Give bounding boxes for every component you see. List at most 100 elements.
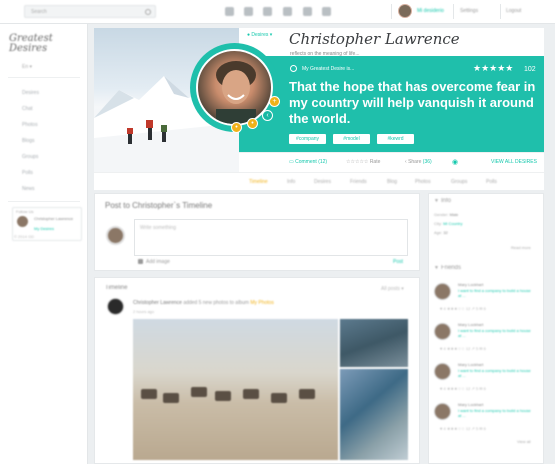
rating-count: 102 [524,66,536,73]
friends-section-title[interactable]: ▼ Friends [434,265,461,271]
tab-blog[interactable]: Blog [387,179,397,185]
comment-label: Comment [295,159,317,165]
search-input[interactable]: Search [24,5,156,18]
friend-stats: ♥ 4 ★★★☆☆ 12 ↗ 5 ✉ 6 [440,386,486,391]
sidebar-item-desires[interactable]: Desires [22,90,39,96]
desire-icon [290,65,297,72]
view-all-friends-link[interactable]: View all [517,439,531,444]
list-item[interactable]: Mary Lockhart I want to find a company t… [434,321,540,359]
timeline-filter[interactable]: All posts ▾ [381,286,404,292]
tab-timeline[interactable]: Timeline [249,179,268,185]
divider [8,201,80,202]
plus-icon[interactable]: + [269,96,280,107]
share-icon[interactable]: ‹ [262,110,273,121]
home-icon[interactable] [322,7,331,16]
timeline-photo[interactable] [133,319,338,460]
list-item[interactable]: Mary Lockhart I want to find a company t… [434,281,540,319]
view-all-desires-link[interactable]: VIEW ALL DESIRES [491,159,537,165]
friend-stats: ♥ 4 ★★★☆☆ 12 ↗ 5 ✉ 6 [440,346,486,351]
follow-name: Christopher Lawrence [34,216,74,221]
tab-friends[interactable]: Friends [350,179,367,185]
list-item[interactable]: Mary Lockhart I want to find a company t… [434,401,540,439]
sidebar-footer: © 2014 GD [14,234,35,239]
comment-button[interactable]: ▭ Comment (12) [289,159,327,165]
hashtag[interactable]: #company [289,134,326,144]
post-box-title: Post to Christopher`s Timeline [105,201,213,210]
left-sidebar: Greatest Desires En ▾ Desires Chat Photo… [0,24,88,464]
camera-icon[interactable]: • [247,118,258,129]
tab-polls[interactable]: Polls [486,179,497,185]
share-button[interactable]: ‹ Share (36) [405,159,432,165]
grid-icon[interactable] [303,7,312,16]
sidebar-item-blogs[interactable]: Blogs [22,138,35,144]
info-section-title[interactable]: ▼ Info [434,198,451,204]
post-textarea[interactable]: Write something [134,219,408,256]
entry-author[interactable]: Christopher Lawrence [133,300,182,306]
tab-desires[interactable]: Desires [314,179,331,185]
sidebar-item-groups[interactable]: Groups [22,154,38,160]
friend-desc: I want to find a company to build a hous… [458,288,531,298]
timeline-photo[interactable] [340,369,408,460]
avatar [434,363,451,380]
friend-stats: ♥ 4 ★★★☆☆ 12 ↗ 5 ✉ 6 [440,306,486,311]
share-count: (36) [422,159,432,165]
settings-link[interactable]: Settings [460,8,478,14]
search-icon[interactable] [145,9,151,15]
entry-time: 2 hours ago [133,309,155,314]
list-item[interactable]: Mary Lockhart I want to find a company t… [434,361,540,399]
info-row: Gender: Male [434,212,459,217]
timeline-photo[interactable] [340,319,408,367]
bell-icon[interactable] [263,7,272,16]
edit-icon[interactable]: • [231,122,242,133]
add-image-link[interactable]: Add image [146,259,170,265]
post-toolbar: Add image Post [134,256,408,267]
search-icon[interactable] [244,7,253,16]
friend-desc: I want to find a company to build a hous… [458,408,531,418]
desire-label: My Greatest Desire is... [302,66,355,72]
friend-name: Mary Lockhart [458,322,484,327]
desires-tag[interactable]: ● Desires ▾ [247,32,272,38]
avatar [106,226,125,245]
tab-info[interactable]: Info [287,179,295,185]
sidebar-item-chat[interactable]: Chat [22,106,33,112]
post-button[interactable]: Post [393,259,403,265]
gear-icon[interactable] [283,7,292,16]
hashtag[interactable]: #kewrd [377,134,414,144]
post-placeholder: Write something [140,225,177,231]
desire-quote: That the hope that has overcome fear in … [289,79,536,126]
site-logo[interactable]: Greatest Desires [9,34,87,54]
image-icon[interactable] [138,259,143,264]
friend-name: Mary Lockhart [458,362,484,367]
friend-name: Mary Lockhart [458,282,484,287]
top-bar: Search Mi desiderio Settings Logout [0,0,555,24]
hashtag[interactable]: #model [333,134,370,144]
avatar [434,403,451,420]
rate-button[interactable]: ☆☆☆☆☆ Rate [346,159,380,165]
language-select[interactable]: En ▾ [22,64,32,70]
avatar[interactable] [107,298,124,315]
entry-action: added 5 new photos to album [183,300,249,306]
share-label: Share [408,159,422,165]
read-more-link[interactable]: Read more [511,245,531,250]
chat-icon[interactable] [225,7,234,16]
info-row: Age: 32 [434,230,448,235]
eye-icon[interactable]: ◉ [452,158,458,166]
username-link[interactable]: Mi desiderio [417,8,444,14]
sidebar-item-photos[interactable]: Photos [22,122,38,128]
divider [8,77,80,78]
entry-album[interactable]: My Photos [250,300,274,306]
info-row: City: Mi Country [434,221,463,226]
friend-desc: I want to find a company to build a hous… [458,368,531,378]
rate-label: Rate [369,159,381,165]
friend-name: Mary Lockhart [458,402,484,407]
timeline-entry: Christopher Lawrence added 5 new photos … [133,300,274,306]
logout-link[interactable]: Logout [506,8,521,14]
friend-desc: I want to find a company to build a hous… [458,328,531,338]
sidebar-item-news[interactable]: News [22,186,35,192]
avatar[interactable] [398,4,412,18]
avatar [434,283,451,300]
tab-groups[interactable]: Groups [451,179,467,185]
sidebar-item-polls[interactable]: Polls [22,170,33,176]
divider [500,4,501,19]
tab-photos[interactable]: Photos [415,179,431,185]
